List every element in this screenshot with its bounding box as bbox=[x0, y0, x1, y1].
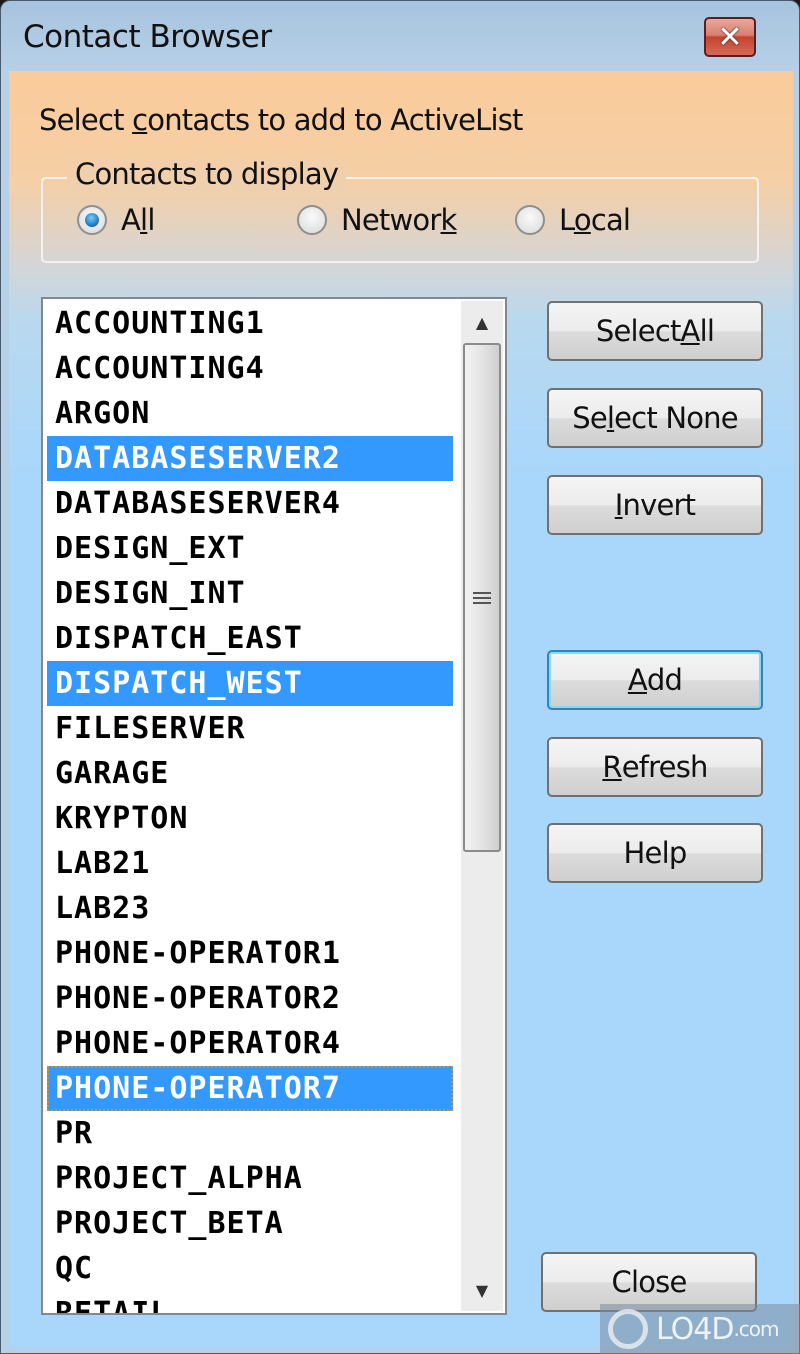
contact-list-item[interactable]: RETAIL bbox=[47, 1291, 453, 1313]
group-legend: Contacts to display bbox=[67, 157, 347, 191]
select-none-button[interactable]: Se l ect None bbox=[547, 388, 763, 448]
contact-list-item[interactable]: ACCOUNTING1 bbox=[47, 301, 453, 346]
button-text: Se bbox=[572, 401, 607, 435]
watermark-brand: LO4D bbox=[656, 1311, 734, 1347]
watermark-suffix: .com bbox=[733, 1317, 779, 1341]
scroll-down-button[interactable]: ▼ bbox=[461, 1269, 503, 1311]
contact-list-item[interactable]: KRYPTON bbox=[47, 796, 453, 841]
close-button[interactable]: Close bbox=[541, 1252, 757, 1312]
label-text-rest: l bbox=[147, 203, 155, 237]
watermark: LO4D .com bbox=[600, 1304, 800, 1354]
contact-list-item[interactable]: ARGON bbox=[47, 391, 453, 436]
radio-network-label: Network bbox=[341, 203, 457, 237]
contact-list-item[interactable]: PHONE-OPERATOR1 bbox=[47, 931, 453, 976]
arrow-down-icon: ▼ bbox=[475, 1280, 489, 1300]
add-button[interactable]: Add bbox=[547, 650, 763, 710]
refresh-button[interactable]: Refresh bbox=[547, 737, 763, 797]
contact-list-item[interactable]: PHONE-OPERATOR2 bbox=[47, 976, 453, 1021]
button-text: Select bbox=[595, 314, 681, 348]
contact-list-item[interactable]: QC bbox=[47, 1246, 453, 1291]
button-text-rest: dd bbox=[646, 663, 683, 697]
scroll-up-button[interactable]: ▲ bbox=[461, 301, 503, 343]
invert-button[interactable]: Invert bbox=[547, 475, 763, 535]
contact-list-item[interactable]: DATABASESERVER4 bbox=[47, 481, 453, 526]
contact-list-item[interactable]: PROJECT_BETA bbox=[47, 1201, 453, 1246]
vertical-scrollbar[interactable]: ▲ ▼ bbox=[461, 301, 503, 1311]
radio-all[interactable]: All bbox=[77, 203, 155, 237]
contact-list-item[interactable]: DISPATCH_WEST bbox=[47, 661, 453, 706]
contact-list-item[interactable]: FILESERVER bbox=[47, 706, 453, 751]
contact-list-item[interactable]: DISPATCH_EAST bbox=[47, 616, 453, 661]
dialog-client-area: Select contacts to add to ActiveList Con… bbox=[9, 71, 793, 1347]
button-text-rest: ect None bbox=[614, 401, 738, 435]
button-text-rest: nvert bbox=[622, 488, 696, 522]
contact-list-item[interactable]: DESIGN_EXT bbox=[47, 526, 453, 571]
button-mnemonic: A bbox=[680, 314, 701, 348]
contact-list-item[interactable]: PR bbox=[47, 1111, 453, 1156]
contact-list-item[interactable]: PROJECT_ALPHA bbox=[47, 1156, 453, 1201]
close-x-icon: ✕ bbox=[717, 19, 743, 55]
button-mnemonic: l bbox=[606, 401, 615, 435]
radio-network[interactable]: Network bbox=[297, 203, 457, 237]
instruction-text: Select bbox=[39, 103, 133, 137]
button-text: Help bbox=[623, 836, 688, 870]
contact-list-item[interactable]: DESIGN_INT bbox=[47, 571, 453, 616]
contact-list-item[interactable]: LAB21 bbox=[47, 841, 453, 886]
label-text-rest: cal bbox=[590, 203, 631, 237]
contact-list-item[interactable]: GARAGE bbox=[47, 751, 453, 796]
instruction-text-rest: ontacts to add to ActiveList bbox=[147, 103, 523, 137]
close-window-button[interactable]: ✕ bbox=[704, 17, 756, 57]
button-text-rest: efresh bbox=[621, 750, 709, 784]
button-text-rest: ll bbox=[699, 314, 715, 348]
contact-list-item[interactable]: PHONE-OPERATOR4 bbox=[47, 1021, 453, 1066]
contacts-list: ACCOUNTING1 ACCOUNTING4 ARGON DATABASESERVE… bbox=[47, 301, 453, 1313]
contact-list-item[interactable]: ACCOUNTING4 bbox=[47, 346, 453, 391]
radio-local-label: Local bbox=[559, 203, 631, 237]
title-bar[interactable]: Contact Browser ✕ bbox=[1, 1, 800, 71]
label-mnemonic: o bbox=[573, 203, 592, 237]
label-mnemonic: k bbox=[440, 203, 458, 237]
contacts-listbox[interactable]: ACCOUNTING1 ACCOUNTING4 ARGON DATABASESERVE… bbox=[41, 297, 507, 1315]
select-all-button[interactable]: Select All bbox=[547, 301, 763, 361]
radio-button-icon[interactable] bbox=[297, 205, 327, 235]
radio-button-icon[interactable] bbox=[77, 205, 107, 235]
help-button[interactable]: Help bbox=[547, 823, 763, 883]
label-text: Networ bbox=[341, 203, 441, 237]
radio-all-label: All bbox=[121, 203, 155, 237]
button-text: Close bbox=[611, 1265, 688, 1299]
grip-icon bbox=[473, 591, 491, 604]
arrow-up-icon: ▲ bbox=[475, 312, 489, 332]
contacts-to-display-group: Contacts to display All Network Local bbox=[41, 157, 759, 263]
button-mnemonic: R bbox=[602, 750, 622, 784]
radio-button-icon[interactable] bbox=[515, 205, 545, 235]
contact-list-item[interactable]: PHONE-OPERATOR7 bbox=[47, 1066, 453, 1111]
contact-list-item[interactable]: DATABASESERVER2 bbox=[47, 436, 453, 481]
button-mnemonic: I bbox=[614, 488, 624, 522]
instruction-mnemonic: c bbox=[132, 103, 148, 137]
radio-local[interactable]: Local bbox=[515, 203, 631, 237]
instruction-label: Select contacts to add to ActiveList bbox=[39, 103, 523, 137]
scroll-thumb[interactable] bbox=[463, 343, 501, 852]
contact-browser-window: Contact Browser ✕ Select contacts to add… bbox=[0, 0, 800, 1354]
label-text: L bbox=[559, 203, 575, 237]
watermark-logo-icon bbox=[608, 1309, 648, 1349]
label-text: A bbox=[121, 203, 141, 237]
window-title: Contact Browser bbox=[23, 19, 272, 55]
button-mnemonic: A bbox=[627, 663, 648, 697]
contact-list-item[interactable]: LAB23 bbox=[47, 886, 453, 931]
